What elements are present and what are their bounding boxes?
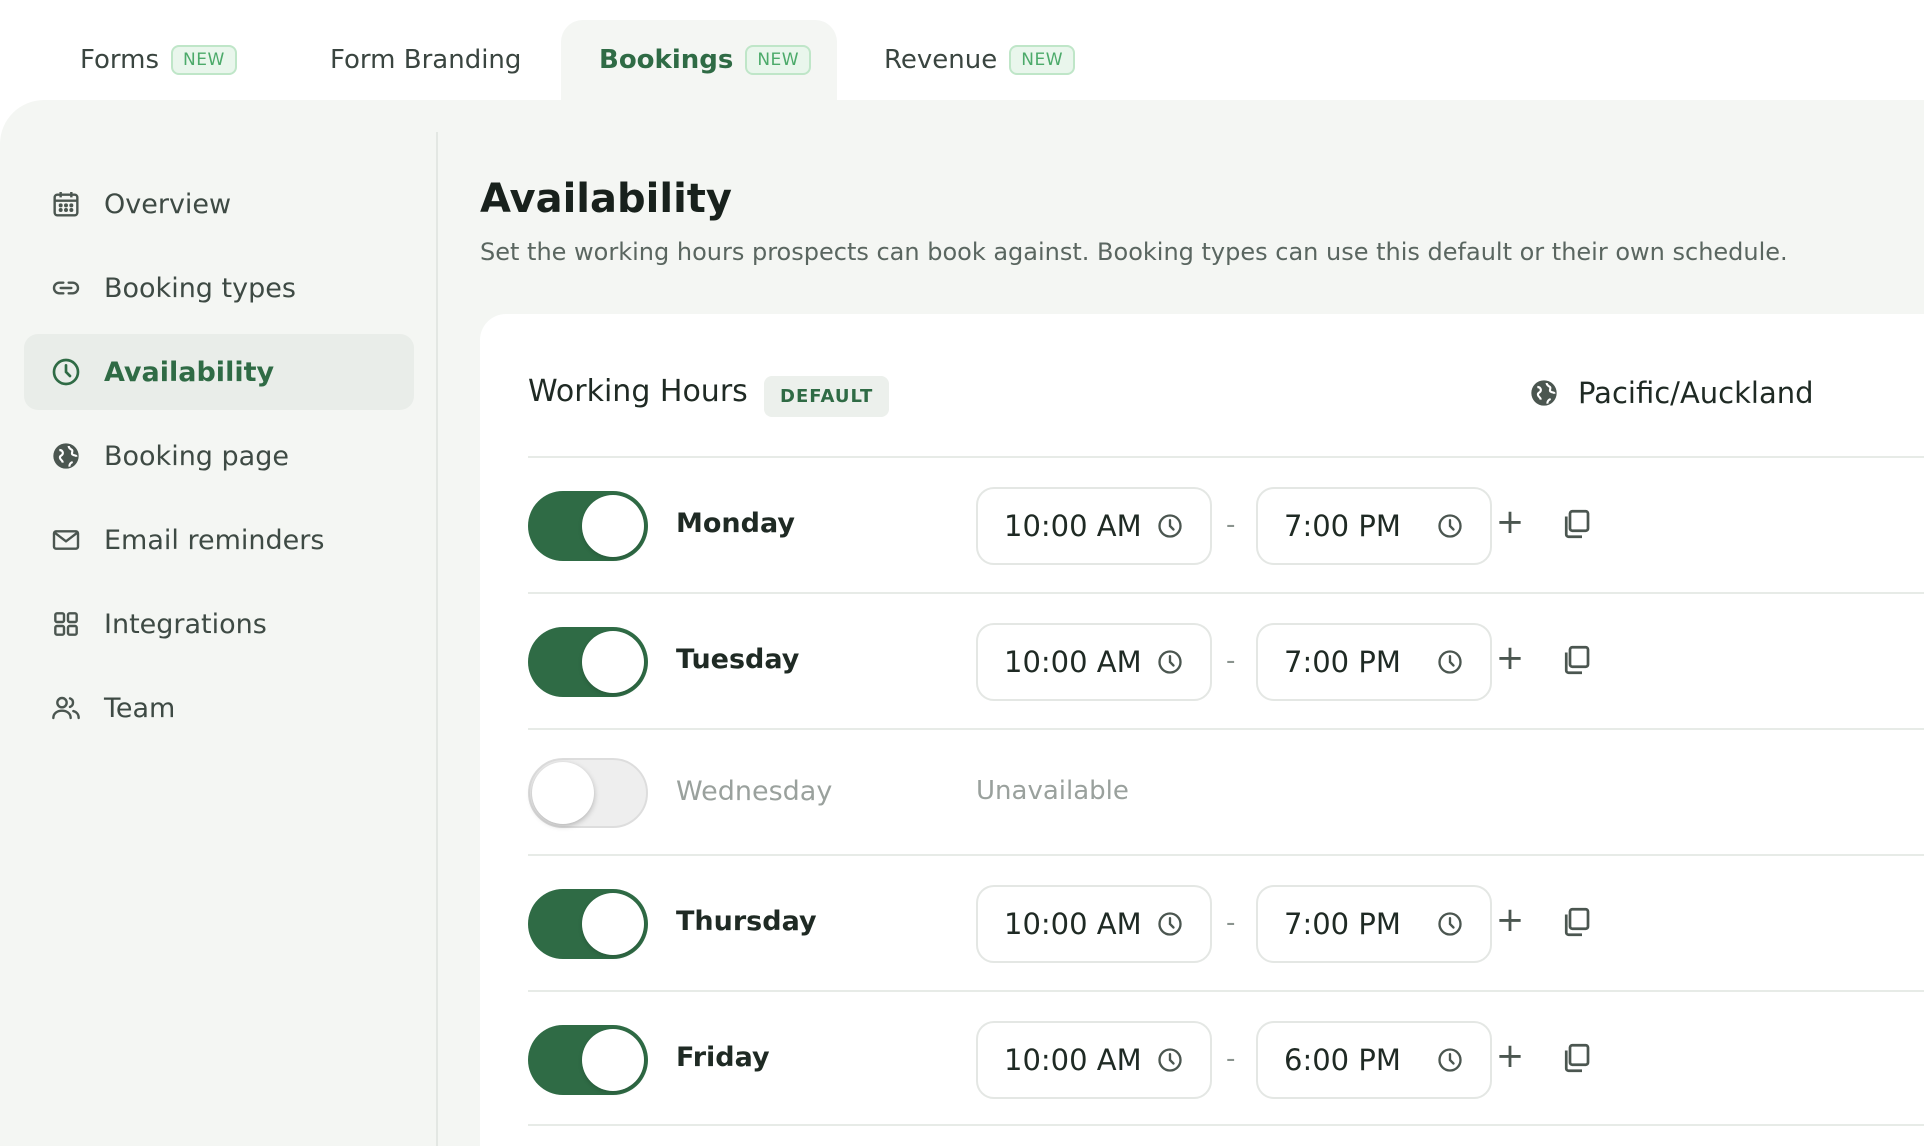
- end-time-input[interactable]: 7:00 PM: [1256, 487, 1492, 565]
- time-value: 7:00 PM: [1284, 907, 1401, 941]
- sidebar-item-label: Email reminders: [104, 524, 325, 556]
- clock-icon: [1158, 650, 1182, 674]
- time-value: 7:00 PM: [1284, 645, 1401, 679]
- time-value: 10:00 AM: [1004, 907, 1142, 941]
- grid-icon: [54, 612, 78, 636]
- globe-icon: [53, 443, 79, 469]
- clock-icon: [1158, 1048, 1182, 1072]
- sidebar-item-label: Overview: [104, 188, 232, 220]
- start-time-input[interactable]: 10:00 AM: [976, 1021, 1212, 1099]
- end-time-input[interactable]: 7:00 PM: [1256, 623, 1492, 701]
- day-toggle[interactable]: [528, 889, 648, 959]
- clock-icon: [1438, 650, 1462, 674]
- toggle-knob: [582, 1029, 644, 1091]
- day-toggle[interactable]: [528, 491, 648, 561]
- day-label: Wednesday: [676, 776, 833, 807]
- users-icon: [52, 696, 80, 720]
- unavailable-label: Unavailable: [976, 776, 1129, 806]
- new-badge: NEW: [171, 45, 237, 75]
- timezone-label: Pacific/Auckland: [1578, 376, 1814, 410]
- tab-revenue[interactable]: Revenue NEW: [870, 20, 1089, 100]
- tab-label: Forms: [80, 45, 160, 75]
- sidebar-item-availability[interactable]: Availability: [24, 334, 414, 410]
- timezone-selector[interactable]: Pacific/Auckland: [1528, 376, 1814, 410]
- copy-icon[interactable]: [1558, 642, 1594, 678]
- clock-icon: [1438, 1048, 1462, 1072]
- sidebar-item-team[interactable]: Team: [24, 670, 414, 746]
- clock-icon: [52, 358, 80, 386]
- end-time-input[interactable]: 6:00 PM: [1256, 1021, 1492, 1099]
- add-interval-button[interactable]: +: [1490, 1036, 1530, 1076]
- sidebar-item-label: Team: [104, 692, 176, 724]
- time-separator: -: [1226, 646, 1236, 676]
- default-badge: DEFAULT: [764, 376, 890, 417]
- tab-label: Revenue: [884, 45, 998, 75]
- clock-icon: [1438, 514, 1462, 538]
- globe-icon: [1531, 380, 1557, 406]
- new-badge: NEW: [745, 45, 812, 75]
- day-toggle[interactable]: [528, 1025, 648, 1095]
- add-interval-button[interactable]: +: [1490, 638, 1530, 678]
- sidebar-item-booking-page[interactable]: Booking page: [24, 418, 414, 494]
- time-separator: -: [1226, 1044, 1236, 1074]
- day-row-monday: Monday 10:00 AM - 7:00 PM +: [528, 456, 1924, 592]
- toggle-knob: [582, 495, 644, 557]
- copy-icon[interactable]: [1558, 506, 1594, 542]
- day-label: Thursday: [676, 906, 817, 937]
- sidebar-item-label: Booking types: [104, 272, 296, 304]
- page-description: Set the working hours prospects can book…: [480, 238, 1788, 266]
- start-time-input[interactable]: 10:00 AM: [976, 623, 1212, 701]
- time-value: 10:00 AM: [1004, 1043, 1142, 1077]
- clock-icon: [1438, 912, 1462, 936]
- day-label: Monday: [676, 508, 795, 539]
- add-interval-button[interactable]: +: [1490, 900, 1530, 940]
- copy-icon[interactable]: [1558, 1040, 1594, 1076]
- day-row-wednesday: Wednesday Unavailable: [528, 728, 1924, 854]
- tab-form-branding[interactable]: Form Branding: [316, 20, 535, 100]
- calendar-icon: [53, 192, 79, 217]
- toggle-knob: [582, 631, 644, 693]
- sidebar-item-overview[interactable]: Overview: [24, 166, 414, 242]
- sidebar-item-integrations[interactable]: Integrations: [24, 586, 414, 662]
- start-time-input[interactable]: 10:00 AM: [976, 487, 1212, 565]
- time-value: 7:00 PM: [1284, 509, 1401, 543]
- day-toggle[interactable]: [528, 758, 648, 828]
- sidebar-item-label: Availability: [104, 356, 275, 388]
- clock-icon: [1158, 912, 1182, 936]
- working-hours-card: Working Hours DEFAULT Pacific/Auckland M…: [480, 314, 1924, 1146]
- link-icon: [52, 281, 80, 295]
- tab-label: Form Branding: [330, 45, 522, 75]
- time-value: 10:00 AM: [1004, 509, 1142, 543]
- day-label: Friday: [676, 1042, 770, 1073]
- sidebar-item-label: Booking page: [104, 440, 289, 472]
- start-time-input[interactable]: 10:00 AM: [976, 885, 1212, 963]
- end-time-input[interactable]: 7:00 PM: [1256, 885, 1492, 963]
- copy-icon[interactable]: [1558, 904, 1594, 940]
- day-row-tuesday: Tuesday 10:00 AM - 7:00 PM +: [528, 592, 1924, 728]
- tab-bookings[interactable]: Bookings NEW: [561, 20, 837, 100]
- clock-icon: [1158, 514, 1182, 538]
- sidebar: Overview Booking types Availability Book…: [0, 132, 438, 1146]
- time-separator: -: [1226, 510, 1236, 540]
- day-label: Tuesday: [676, 644, 800, 675]
- mail-icon: [52, 530, 80, 550]
- time-value: 6:00 PM: [1284, 1043, 1401, 1077]
- day-row-friday: Friday 10:00 AM - 6:00 PM +: [528, 990, 1924, 1126]
- top-tabs: Forms NEW Form Branding Bookings NEW Rev…: [0, 0, 1924, 100]
- time-separator: -: [1226, 908, 1236, 938]
- add-interval-button[interactable]: +: [1490, 502, 1530, 542]
- new-badge: NEW: [1009, 45, 1076, 75]
- sidebar-item-email-reminders[interactable]: Email reminders: [24, 502, 414, 578]
- toggle-knob: [582, 893, 644, 955]
- sidebar-item-label: Integrations: [104, 608, 267, 640]
- time-value: 10:00 AM: [1004, 645, 1142, 679]
- day-row-thursday: Thursday 10:00 AM - 7:00 PM +: [528, 854, 1924, 990]
- card-title: Working Hours: [528, 374, 748, 409]
- toggle-knob: [532, 762, 594, 824]
- sidebar-item-booking-types[interactable]: Booking types: [24, 250, 414, 326]
- day-toggle[interactable]: [528, 627, 648, 697]
- tab-forms[interactable]: Forms NEW: [66, 20, 251, 100]
- tab-label: Bookings: [599, 45, 734, 75]
- page-title: Availability: [480, 176, 732, 222]
